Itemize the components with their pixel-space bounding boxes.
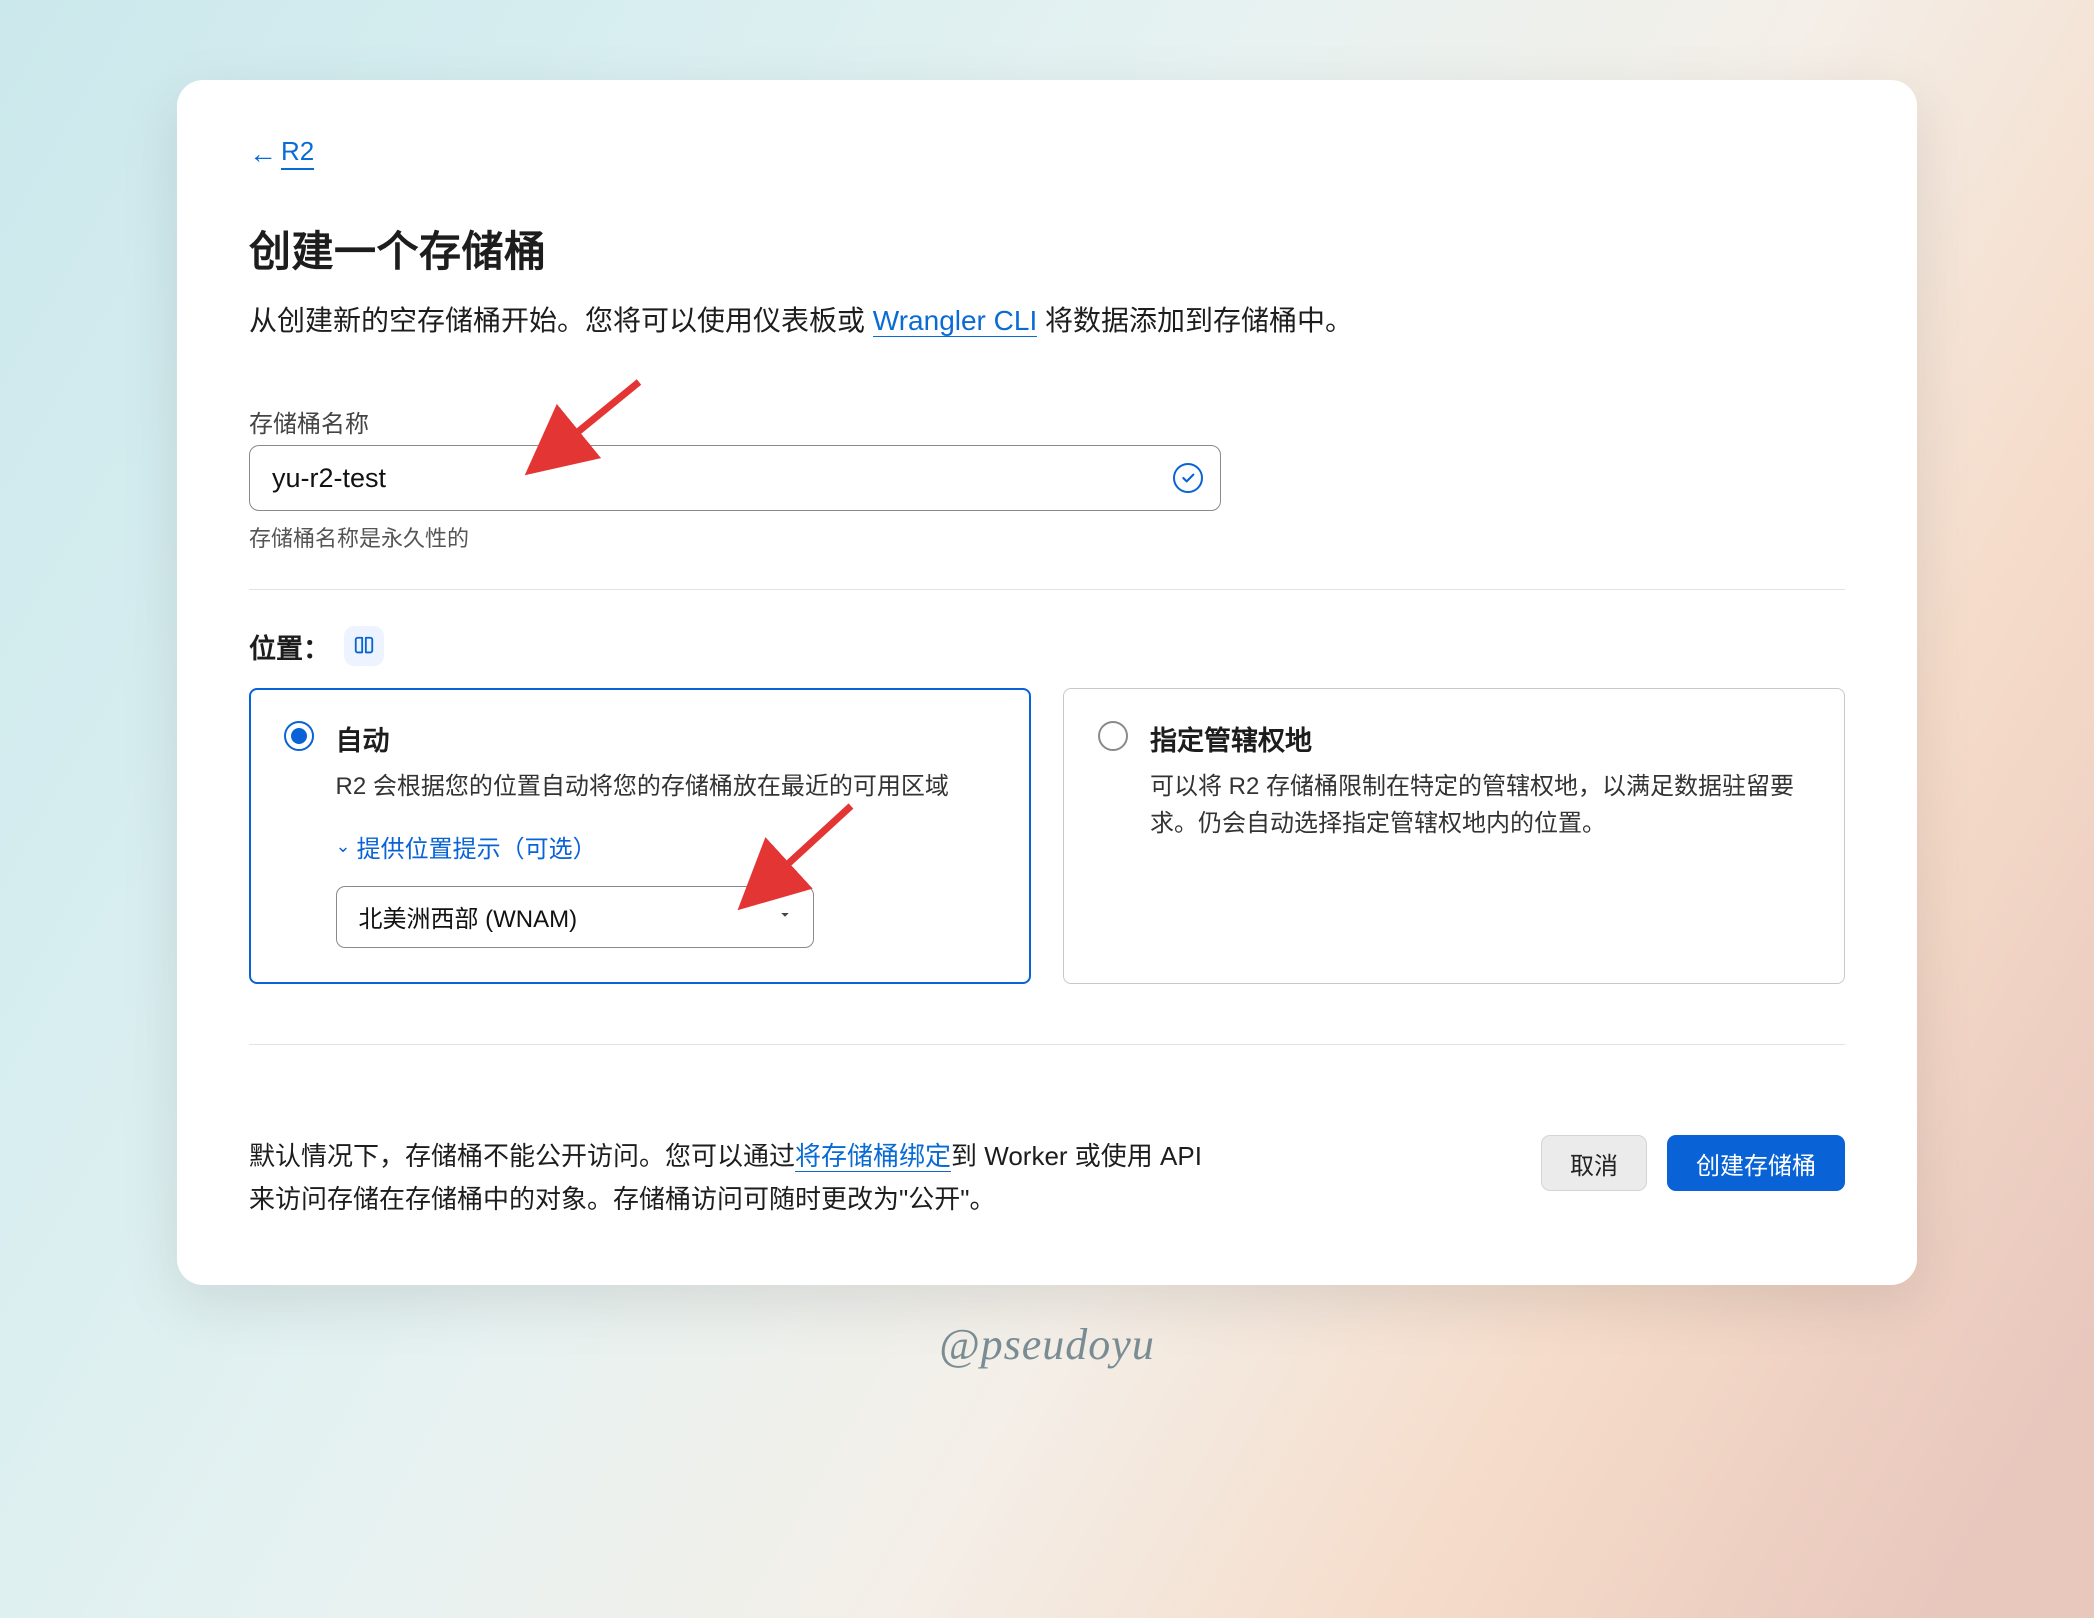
bucket-name-input-wrap xyxy=(249,445,1221,511)
divider xyxy=(249,589,1845,590)
bucket-name-helper: 存储桶名称是永久性的 xyxy=(249,521,1845,553)
location-hint-select-wrap: 北美洲西部 (WNAM) xyxy=(336,886,814,948)
back-link-label: R2 xyxy=(281,136,314,170)
page-title: 创建一个存储桶 xyxy=(249,218,1845,279)
bucket-name-field: 存储桶名称 存储桶名称是永久性的 xyxy=(249,404,1845,553)
page-description: 从创建新的空存储桶开始。您将可以使用仪表板或 Wrangler CLI 将数据添… xyxy=(249,301,1845,340)
location-option-auto[interactable]: 自动 R2 会根据您的位置自动将您的存储桶放在最近的可用区域 ⌄ 提供位置提示（… xyxy=(249,688,1031,984)
arrow-left-icon: ← xyxy=(249,140,277,168)
footer-actions: 取消 创建存储桶 xyxy=(1541,1135,1845,1191)
radio-icon xyxy=(284,721,314,751)
location-hint-value: 北美洲西部 (WNAM) xyxy=(359,899,578,934)
footer-text: 默认情况下，存储桶不能公开访问。您可以通过将存储桶绑定到 Worker 或使用 … xyxy=(249,1135,1202,1221)
bind-bucket-link[interactable]: 将存储桶绑定 xyxy=(795,1141,951,1172)
location-label: 位置： xyxy=(249,627,330,666)
watermark: @pseudoyu xyxy=(939,1319,1155,1370)
create-bucket-card: ← R2 创建一个存储桶 从创建新的空存储桶开始。您将可以使用仪表板或 Wran… xyxy=(177,80,1917,1285)
footer: 默认情况下，存储桶不能公开访问。您可以通过将存储桶绑定到 Worker 或使用 … xyxy=(249,1135,1845,1221)
bucket-name-input[interactable] xyxy=(249,445,1221,511)
location-option-jurisdiction[interactable]: 指定管辖权地 可以将 R2 存储桶限制在特定的管辖权地，以满足数据驻留要求。仍会… xyxy=(1063,688,1845,984)
location-hint-toggle-label: 提供位置提示（可选） xyxy=(357,829,597,864)
location-section-header: 位置： xyxy=(249,626,1845,666)
divider xyxy=(249,1044,1845,1045)
chevron-down-icon: ⌄ xyxy=(336,836,351,857)
caret-down-icon xyxy=(776,905,794,928)
radio-icon xyxy=(1098,721,1128,751)
option-jurisdiction-desc: 可以将 R2 存储桶限制在特定的管辖权地，以满足数据驻留要求。仍会自动选择指定管… xyxy=(1150,768,1810,842)
back-link[interactable]: ← R2 xyxy=(249,136,314,170)
location-hint-toggle[interactable]: ⌄ 提供位置提示（可选） xyxy=(336,829,597,864)
bucket-name-label: 存储桶名称 xyxy=(249,404,1845,439)
desc-after: 将数据添加到存储桶中。 xyxy=(1037,305,1353,336)
check-circle-icon xyxy=(1173,463,1203,493)
footer-line2: 来访问存储在存储桶中的对象。存储桶访问可随时更改为"公开"。 xyxy=(249,1178,1202,1221)
option-auto-desc: R2 会根据您的位置自动将您的存储桶放在最近的可用区域 xyxy=(336,768,997,805)
create-button[interactable]: 创建存储桶 xyxy=(1667,1135,1845,1191)
footer-before: 默认情况下，存储桶不能公开访问。您可以通过 xyxy=(249,1141,795,1171)
location-hint-select[interactable]: 北美洲西部 (WNAM) xyxy=(336,886,814,948)
location-options: 自动 R2 会根据您的位置自动将您的存储桶放在最近的可用区域 ⌄ 提供位置提示（… xyxy=(249,688,1845,984)
docs-icon[interactable] xyxy=(344,626,384,666)
wrangler-cli-link[interactable]: Wrangler CLI xyxy=(873,305,1037,337)
desc-before: 从创建新的空存储桶开始。您将可以使用仪表板或 xyxy=(249,305,873,336)
option-jurisdiction-title: 指定管辖权地 xyxy=(1150,719,1810,758)
option-auto-title: 自动 xyxy=(336,719,997,758)
cancel-button[interactable]: 取消 xyxy=(1541,1135,1647,1191)
footer-mid: 到 Worker 或使用 API xyxy=(951,1141,1202,1171)
